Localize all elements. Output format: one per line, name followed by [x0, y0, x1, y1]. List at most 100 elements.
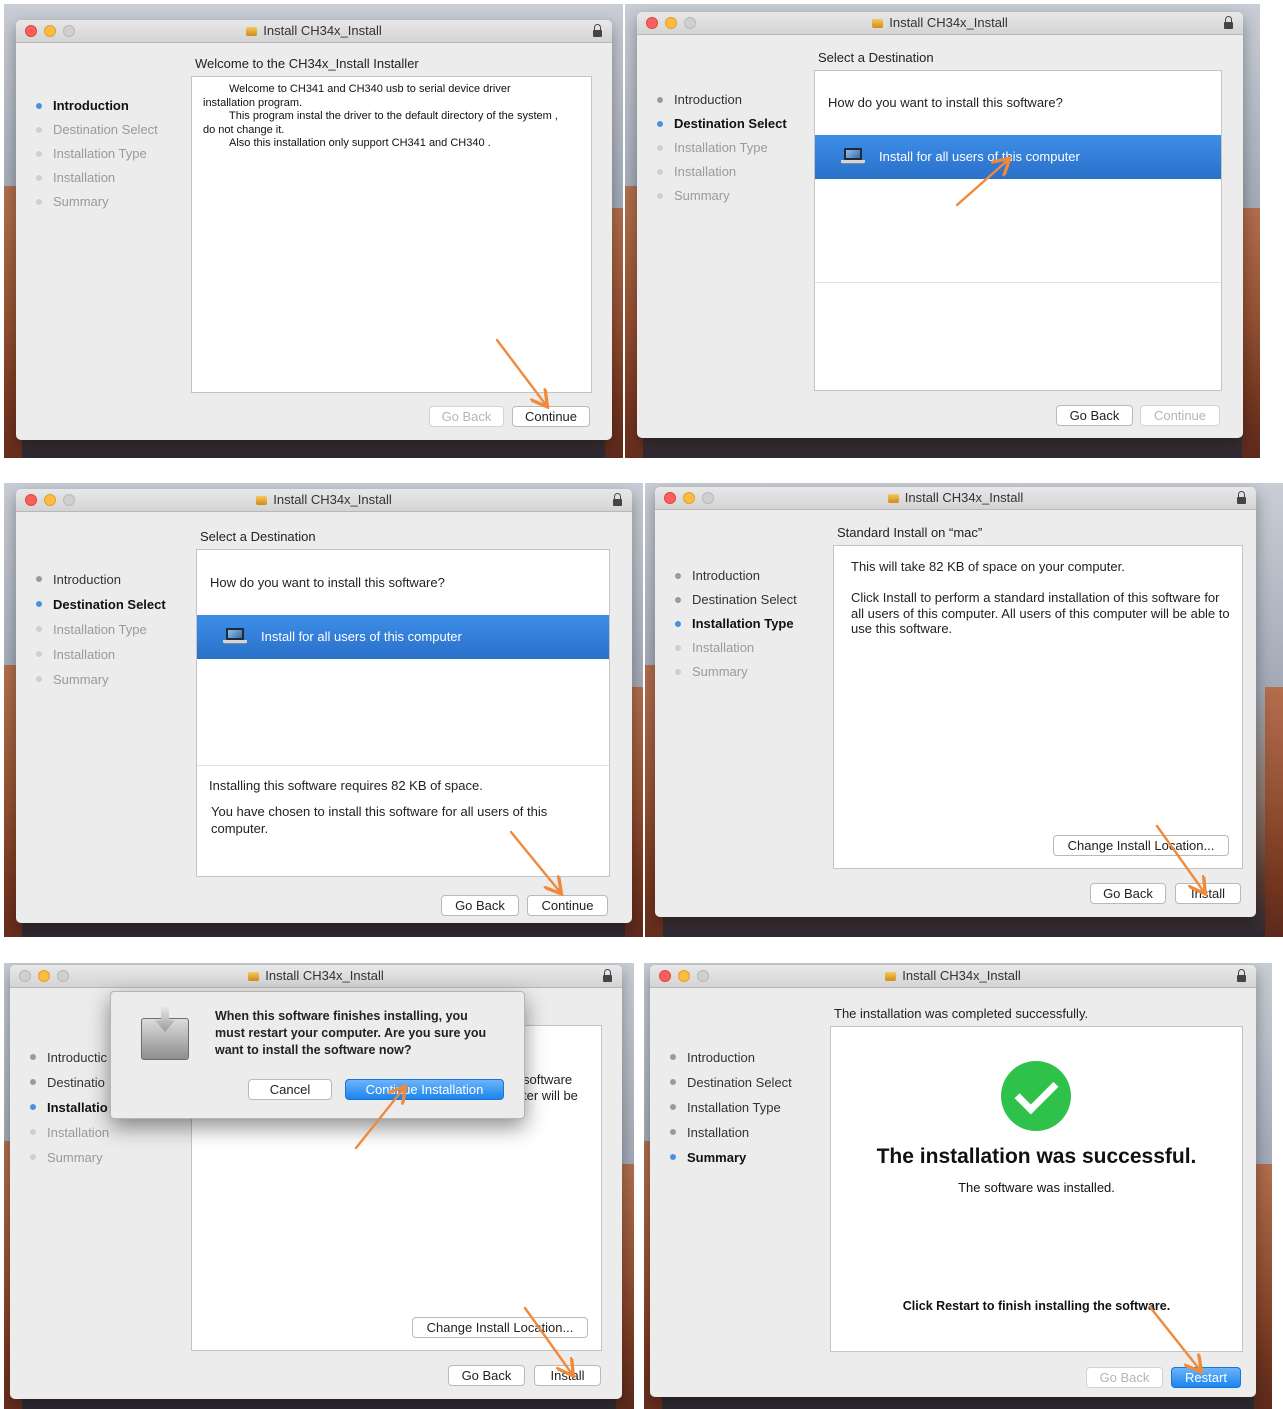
lock-icon[interactable]: [593, 24, 602, 37]
go-back-button[interactable]: Go Back: [1056, 405, 1133, 426]
step-introduction: Introductic: [30, 1045, 109, 1070]
step-installation: Installation: [30, 1120, 109, 1145]
page-heading: Select a Destination: [818, 50, 934, 65]
dialog-message: When this software finishes installing, …: [215, 1009, 487, 1057]
step-list: Introduction Destination Select Installa…: [36, 94, 158, 214]
installer-window: Install CH34x_Install Introduction Desti…: [650, 965, 1256, 1397]
step-destination-select: Destination Select: [670, 1070, 792, 1095]
restart-instruction: Click Restart to finish installing the s…: [902, 1299, 1171, 1313]
window-title: Install CH34x_Install: [904, 490, 1024, 505]
title-bar[interactable]: Install CH34x_Install: [650, 965, 1256, 988]
installer-window: Install CH34x_Install Introduction Desti…: [16, 489, 632, 923]
continue-button[interactable]: Continue: [512, 406, 590, 427]
go-back-button[interactable]: Go Back: [441, 895, 519, 916]
welcome-line-1b: installation program.: [203, 96, 303, 109]
continue-button[interactable]: Continue: [527, 895, 608, 916]
step-destination-select: Destination Select: [657, 112, 787, 136]
go-back-button[interactable]: Go Back: [448, 1365, 525, 1386]
title-bar[interactable]: Install CH34x_Install: [637, 12, 1243, 35]
package-icon: [246, 27, 258, 36]
step-installation-type: Installation Type: [670, 1095, 792, 1120]
laptop-icon: [223, 628, 247, 644]
destination-question: How do you want to install this software…: [210, 575, 445, 590]
installer-window: Install CH34x_Install Introduction Desti…: [16, 20, 612, 440]
title-bar[interactable]: Install CH34x_Install: [655, 487, 1256, 510]
package-icon: [256, 496, 268, 505]
install-all-users-option[interactable]: Install for all users of this computer: [815, 135, 1221, 179]
step-summary: Summary: [36, 667, 166, 692]
lock-icon[interactable]: [1237, 491, 1246, 504]
change-install-location-button[interactable]: Change Install Location...: [1053, 835, 1229, 856]
panel-divider: [815, 282, 1221, 283]
step-installation: Installation: [36, 642, 166, 667]
package-icon: [872, 19, 884, 28]
welcome-line-2b: do not change it.: [203, 123, 285, 136]
restart-button[interactable]: Restart: [1171, 1367, 1241, 1388]
step-installation: Installation: [675, 636, 797, 660]
page-heading: The installation was completed successfu…: [834, 1006, 1089, 1021]
go-back-button[interactable]: Go Back: [1090, 883, 1166, 904]
step-introduction: Introduction: [657, 88, 787, 112]
step-destination-select: Destination Select: [675, 588, 797, 612]
screenshot-confirm-dialog: Install CH34x_Install Introductic Destin…: [4, 963, 634, 1409]
step-introduction: Introduction: [36, 567, 166, 592]
step-list: Introduction Destination Select Installa…: [675, 564, 797, 684]
lock-icon[interactable]: [613, 493, 622, 506]
page-heading: Select a Destination: [200, 529, 316, 544]
step-introduction: Introduction: [670, 1045, 792, 1070]
window-title: Install CH34x_Install: [273, 492, 392, 507]
continue-button[interactable]: Continue: [1140, 405, 1220, 426]
window-title: Install CH34x_Install: [265, 968, 384, 983]
installer-window: Install CH34x_Install Introduction Desti…: [637, 12, 1243, 438]
installer-icon: [141, 1006, 189, 1062]
window-title: Install CH34x_Install: [889, 15, 1008, 30]
install-all-users-label: Install for all users of this computer: [879, 149, 1080, 164]
step-installation: Installation: [670, 1120, 792, 1145]
title-bar[interactable]: Install CH34x_Install: [16, 489, 632, 512]
step-installation: Installation: [36, 166, 158, 190]
step-summary: Summary: [670, 1145, 792, 1170]
cancel-button[interactable]: Cancel: [248, 1079, 332, 1100]
description-partial-1: software: [523, 1072, 573, 1087]
screenshot-summary: Install CH34x_Install Introduction Desti…: [644, 963, 1272, 1409]
screenshot-destination-select: Install CH34x_Install Introduction Desti…: [625, 4, 1260, 458]
install-button[interactable]: Install: [534, 1365, 601, 1386]
package-icon: [885, 972, 897, 981]
go-back-button[interactable]: Go Back: [1086, 1367, 1163, 1388]
step-summary: Summary: [36, 190, 158, 214]
step-summary: Summary: [675, 660, 797, 684]
install-all-users-option[interactable]: Install for all users of this computer: [197, 615, 609, 659]
lock-icon[interactable]: [1224, 16, 1233, 29]
welcome-line-2: This program instal the driver to the de…: [229, 110, 558, 122]
package-icon: [887, 494, 899, 503]
step-installation-type: Installation Type: [36, 142, 158, 166]
install-button[interactable]: Install: [1175, 883, 1241, 904]
standard-install-description: Click Install to perform a standard inst…: [851, 590, 1230, 636]
lock-icon[interactable]: [603, 969, 612, 982]
success-title: The installation was successful.: [876, 1145, 1197, 1168]
install-all-users-label: Install for all users of this computer: [261, 629, 462, 644]
step-summary: Summary: [30, 1145, 109, 1170]
laptop-icon: [841, 148, 865, 164]
title-bar[interactable]: Install CH34x_Install: [10, 965, 622, 988]
continue-installation-button[interactable]: Continue Installation: [345, 1079, 504, 1100]
lock-icon[interactable]: [1237, 969, 1246, 982]
install-type-panel: This will take 82 KB of space on your co…: [833, 545, 1243, 869]
page-heading: Welcome to the CH34x_Install Installer: [195, 56, 419, 71]
go-back-button[interactable]: Go Back: [429, 406, 504, 427]
welcome-line-3: Also this installation only support CH34…: [229, 137, 491, 149]
step-installation-type: Installation Type: [36, 617, 166, 642]
step-destination-select: Destinatio: [30, 1070, 109, 1095]
package-icon: [248, 972, 260, 981]
title-bar[interactable]: Install CH34x_Install: [16, 20, 612, 43]
step-list: Introductic Destinatio Installatio Insta…: [30, 1045, 109, 1170]
step-installation-type: Installation Type: [657, 136, 787, 160]
change-install-location-button[interactable]: Change Install Location...: [412, 1317, 588, 1338]
screenshot-introduction: Install CH34x_Install Introduction Desti…: [4, 4, 623, 458]
page-heading: Standard Install on “mac”: [837, 525, 983, 540]
welcome-line-1: Welcome to CH341 and CH340 usb to serial…: [229, 83, 511, 95]
space-text: This will take 82 KB of space on your co…: [851, 559, 1125, 574]
step-introduction: Introduction: [36, 94, 158, 118]
success-subtitle: The software was installed.: [958, 1180, 1115, 1195]
welcome-panel: Welcome to CH341 and CH340 usb to serial…: [191, 76, 592, 393]
